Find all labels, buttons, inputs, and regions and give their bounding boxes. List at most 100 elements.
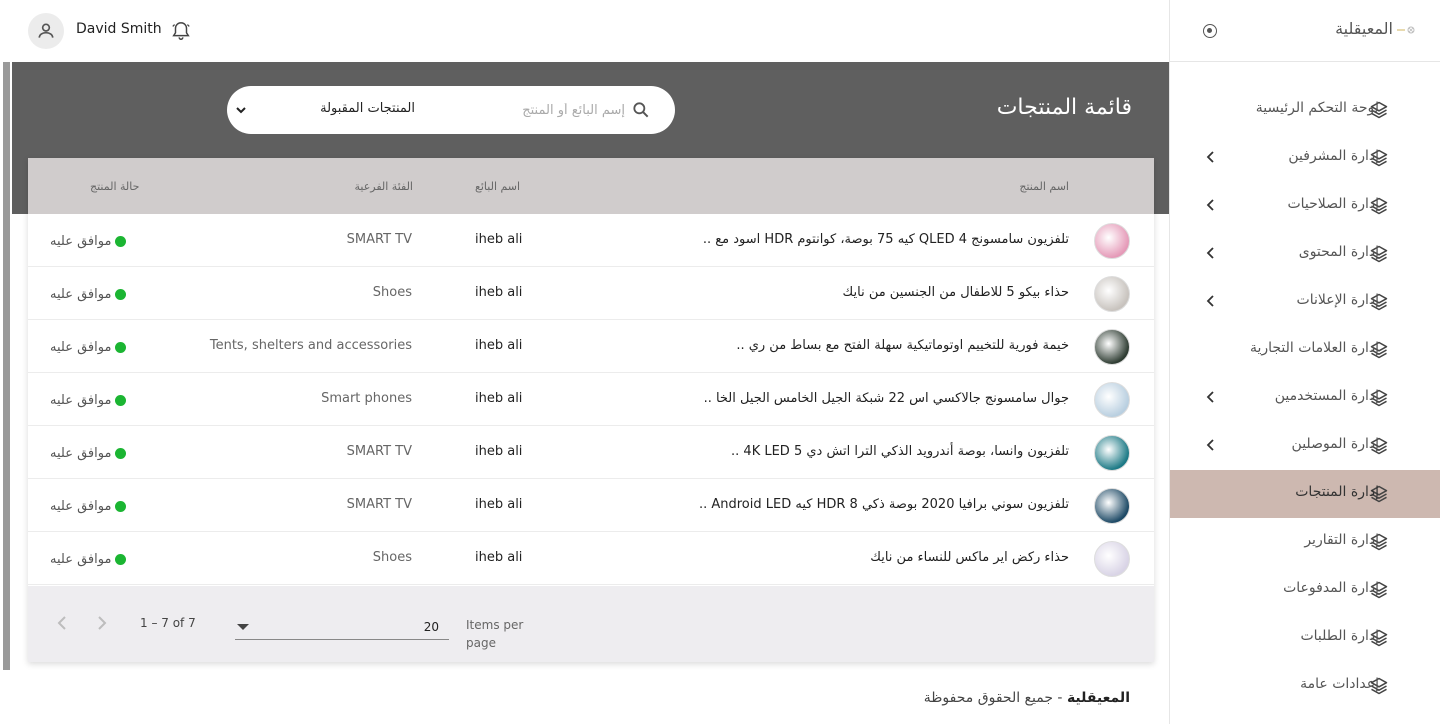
table-row[interactable]: جوال سامسونج جالاكسي اس 22 شبكة الجيل ال… [28,373,1154,426]
main-left-border [3,62,10,670]
page-footer: المعيقلية - جميع الحقوق محفوظة [0,670,1169,724]
table-row[interactable]: تلفزيون سامسونج QLED 4 كيه 75 بوصة، كوان… [28,214,1154,267]
table-row[interactable]: تلفزيون وانسا، بوصة أندرويد الذكي الترا … [28,426,1154,479]
items-per-page-value: 20 [423,620,439,634]
logo-icon [1397,26,1415,34]
sidebar-item[interactable]: إدارة الطلبات [1170,614,1440,662]
search-bar: المنتجات المقبولة [227,86,675,134]
footer-copyright: المعيقلية - جميع الحقوق محفوظة [924,690,1130,706]
subcategory-cell: Shoes [372,550,412,565]
vendor-name-cell: iheb ali [475,444,523,459]
sidebar-item[interactable]: إدارة المستخدمين [1170,374,1440,422]
chevron-left-icon [1206,247,1214,259]
table-row[interactable]: حذاء ركض اير ماكس للنساء من نايك iheb ali… [28,532,1154,585]
vendor-name-cell: iheb ali [475,550,523,565]
product-thumbnail [1094,541,1130,577]
user-avatar[interactable] [28,13,64,49]
footer-brand: المعيقلية [1066,690,1130,706]
previous-page-button[interactable] [54,614,70,632]
status-cell: موافق عليه [50,499,127,514]
subcategory-cell: SMART TV [346,497,412,512]
product-thumbnail [1094,435,1130,471]
status-dot-icon [115,289,127,300]
sidebar-item[interactable]: لوحة التحكم الرئيسية [1170,86,1440,134]
sidebar-item-label: إدارة المستخدمين [1274,388,1379,404]
header-vendor-name[interactable]: اسم البائع [475,180,520,193]
sidebar-item-label: إدارة المنتجات [1295,484,1379,500]
status-label: موافق عليه [50,499,112,514]
header-product-status[interactable]: حالة المنتج [90,180,139,193]
sidebar-item-label: إدارة المحتوى [1298,244,1379,260]
items-per-page-select[interactable]: 20 [235,616,449,640]
product-name-cell[interactable]: تلفزيون سامسونج QLED 4 كيه 75 بوصة، كوان… [703,232,1069,247]
sidebar-toggle-icon[interactable] [1203,24,1217,38]
sidebar-item[interactable]: إدارة الموصلين [1170,422,1440,470]
sidebar-item-label: إدارة الصلاحيات [1287,196,1379,212]
status-label: موافق عليه [50,340,112,355]
product-name-cell[interactable]: حذاء ركض اير ماكس للنساء من نايك [870,550,1069,565]
sidebar-item[interactable]: إدارة الإعلانات [1170,278,1440,326]
subcategory-cell: Tents, shelters and accessories [209,338,412,353]
product-name-cell[interactable]: تلفزيون سوني برافيا 2020 بوصة ذكي HDR 8 … [699,497,1069,512]
status-cell: موافق عليه [50,340,127,355]
chevron-down-icon [236,107,246,114]
status-label: موافق عليه [50,234,112,249]
product-name-cell[interactable]: حذاء بيكو 5 للاطفال من الجنسين من نايك [843,285,1069,300]
subcategory-cell: SMART TV [346,232,412,247]
chevron-left-icon [1206,151,1214,163]
status-dot-icon [115,236,127,247]
chevron-left-icon [1206,199,1214,211]
user-name[interactable]: David Smith [76,21,162,37]
chevron-left-icon [1206,439,1214,451]
footer-rights-text: - جميع الحقوق محفوظة [923,690,1067,706]
product-name-cell[interactable]: تلفزيون وانسا، بوصة أندرويد الذكي الترا … [731,444,1069,459]
subcategory-cell: Shoes [372,285,412,300]
table-row[interactable]: خيمة فورية للتخييم اوتوماتيكية سهلة الفت… [28,320,1154,373]
vendor-name-cell: iheb ali [475,391,523,406]
search-input[interactable] [475,100,625,120]
person-icon [38,23,54,38]
sidebar-item-label: إدارة الطلبات [1300,628,1379,644]
status-filter-select[interactable]: المنتجات المقبولة [235,100,465,120]
chevron-left-icon [1206,295,1214,307]
header-product-name[interactable]: اسم المنتج [1019,180,1069,193]
notification-bell-icon[interactable] [170,19,192,43]
table-row[interactable]: حذاء بيكو 5 للاطفال من الجنسين من نايك ih… [28,267,1154,320]
sidebar-item[interactable]: إعدادات عامة [1170,662,1440,710]
sidebar-item[interactable]: إدارة المدفوعات [1170,566,1440,614]
top-bar: David Smith [0,0,1169,62]
vendor-name-cell: iheb ali [475,232,523,247]
status-cell: موافق عليه [50,552,127,567]
product-name-cell[interactable]: جوال سامسونج جالاكسي اس 22 شبكة الجيل ال… [704,391,1069,406]
next-page-button[interactable] [94,614,110,632]
status-dot-icon [115,554,127,565]
header-subcategory[interactable]: الفئة الفرعية [354,180,413,193]
sidebar-item[interactable]: إدارة التقارير [1170,518,1440,566]
products-table: اسم المنتج اسم البائع الفئة الفرعية حالة… [28,158,1154,662]
table-row[interactable]: تلفزيون سوني برافيا 2020 بوصة ذكي HDR 8 … [28,479,1154,532]
page-title: قائمة المنتجات [996,95,1132,120]
sidebar-item[interactable]: إدارة الصلاحيات [1170,182,1440,230]
sidebar-item-label: لوحة التحكم الرئيسية [1255,100,1379,116]
dropdown-caret-icon [237,624,249,630]
sidebar-item[interactable]: إدارة المنتجات [1170,470,1440,518]
brand-name: المعيقلية [1335,19,1393,38]
vendor-name-cell: iheb ali [475,338,523,353]
status-label: موافق عليه [50,552,112,567]
sidebar-item-label: إدارة المشرفين [1288,148,1379,164]
status-label: موافق عليه [50,446,112,461]
sidebar-item-label: إدارة الموصلين [1291,436,1379,452]
sidebar-item-label: إدارة العلامات التجارية [1249,340,1379,356]
sidebar-item[interactable]: إدارة المشرفين [1170,134,1440,182]
page-range-label: 1 – 7 of 7 [140,616,196,630]
product-thumbnail [1094,329,1130,365]
sidebar-item[interactable]: إدارة العلامات التجارية [1170,326,1440,374]
product-thumbnail [1094,223,1130,259]
subcategory-cell: Smart phones [321,391,412,406]
sidebar-item[interactable]: إدارة المحتوى [1170,230,1440,278]
product-name-cell[interactable]: خيمة فورية للتخييم اوتوماتيكية سهلة الفت… [736,338,1069,353]
sidebar: المعيقلية لوحة التحكم الرئيسية إدارة المش… [1169,0,1440,724]
status-dot-icon [115,342,127,353]
search-icon[interactable] [631,100,651,120]
status-cell: موافق عليه [50,234,127,249]
